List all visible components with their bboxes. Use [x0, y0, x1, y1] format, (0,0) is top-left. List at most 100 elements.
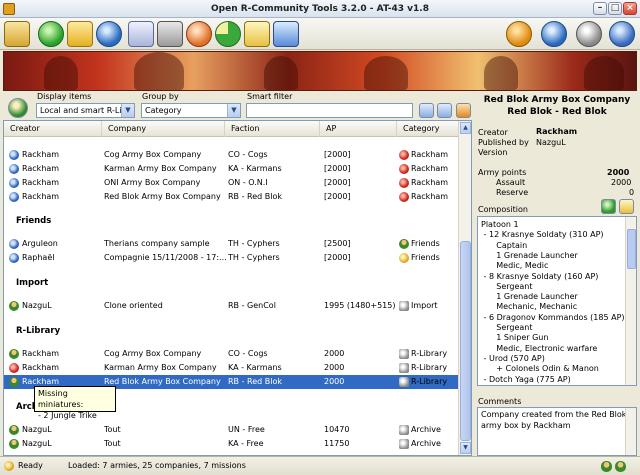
list-header: Creator Company Faction AP Category [4, 121, 459, 137]
cell-creator: NazguL [22, 425, 52, 434]
comments-box[interactable]: Company created from the Red Blok army b… [477, 407, 637, 456]
settings-icon[interactable] [576, 21, 602, 47]
cell-ap: [2000] [324, 164, 351, 173]
category-rackham-icon [399, 192, 409, 202]
cell-faction: ON - O.N.I [228, 178, 268, 187]
cell-ap: 10470 [324, 425, 350, 434]
user-icon [9, 239, 19, 249]
group-header-friends[interactable]: Friends [16, 214, 51, 228]
scroll-thumb[interactable] [460, 241, 471, 441]
published-label: Published by [478, 138, 529, 147]
cell-category: Rackham [411, 178, 449, 187]
composition-line[interactable]: - Dotch Yaga (775 AP) [481, 374, 571, 385]
user-card-icon[interactable] [128, 21, 154, 47]
published-value: NazguL [536, 138, 566, 147]
rackham-icon [9, 192, 19, 202]
column-company[interactable]: Company [102, 121, 225, 137]
cell-category: Import [411, 301, 438, 310]
window-title: Open R-Community Tools 3.2.0 - AT-43 v1.… [211, 4, 429, 14]
status-bar: Ready Loaded: 7 armies, 25 companies, 7 … [0, 456, 640, 475]
table-row[interactable]: Rackham Cog Army Box Company CO - Cogs 2… [4, 347, 459, 361]
add-folder-icon[interactable] [67, 21, 93, 47]
user-icon [9, 349, 19, 359]
table-row[interactable]: Arguleon Therians company sample TH - Cy… [4, 237, 459, 251]
smart-filter-input[interactable] [246, 103, 413, 118]
version-label: Version [478, 148, 508, 157]
group-header-import[interactable]: Import [16, 276, 48, 290]
cell-company: Cog Army Box Company [104, 150, 202, 159]
category-archive-icon [399, 425, 409, 435]
cell-ap: 2000 [324, 363, 345, 372]
clock-icon[interactable] [215, 21, 241, 47]
minimize-button[interactable]: – [593, 2, 607, 15]
group-by-select[interactable]: Category ▼ [141, 103, 241, 118]
table-row[interactable]: Rackham Karman Army Box Company KA - Kar… [4, 361, 459, 375]
category-rackham-icon [399, 164, 409, 174]
table-row[interactable]: NazguL Tout UN - Free 10470 Archive [4, 423, 459, 437]
palette-icon[interactable] [186, 21, 212, 47]
info-icon[interactable] [541, 21, 567, 47]
edit-composition-button[interactable] [619, 199, 634, 214]
user-icon [9, 363, 19, 373]
category-library-icon [399, 377, 409, 387]
user-icon [9, 377, 19, 387]
network-icon[interactable] [609, 21, 635, 47]
column-ap[interactable]: AP [320, 121, 397, 137]
rackham-icon [9, 178, 19, 188]
category-library-icon [399, 349, 409, 359]
cell-ap: [2000] [324, 150, 351, 159]
cell-faction: RB - GenCol [228, 301, 276, 310]
user-icon [9, 301, 19, 311]
chevron-down-icon: ▼ [227, 104, 240, 117]
cell-creator: Raphaël [22, 253, 55, 262]
comment-line: Company created from the Red Blok [481, 410, 627, 419]
apply-filter-button[interactable] [419, 103, 434, 118]
table-row[interactable]: Rackham Red Blok Army Box Company RB - R… [4, 190, 459, 204]
table-row[interactable]: NazguL Clone oriented RB - GenCol 1995 (… [4, 299, 459, 313]
add-unit-button[interactable] [601, 199, 616, 214]
scroll-thumb[interactable] [627, 229, 636, 269]
help-icon[interactable] [506, 21, 532, 47]
notes-icon[interactable] [4, 21, 30, 47]
scroll-down-icon[interactable]: ▼ [460, 442, 471, 454]
app-icon [3, 3, 15, 15]
list-scrollbar[interactable]: ▲ ▼ [458, 121, 471, 455]
user-icon [9, 253, 19, 263]
paw-icon[interactable] [273, 21, 299, 47]
clear-filter-button[interactable] [456, 103, 471, 118]
close-button[interactable]: × [623, 2, 637, 15]
lock-icon[interactable] [157, 21, 183, 47]
zoom-icon[interactable] [244, 21, 270, 47]
reserve-value: 0 [629, 188, 635, 197]
column-faction[interactable]: Faction [225, 121, 320, 137]
cell-company: Karman Army Box Company [104, 363, 217, 372]
table-row[interactable]: Rackham ONI Army Box Company ON - O.N.I … [4, 176, 459, 190]
table-row[interactable]: Rackham Karman Army Box Company KA - Kar… [4, 162, 459, 176]
composition-list[interactable]: Platoon 1 - 12 Krasnye Soldaty (310 AP) … [477, 216, 637, 386]
cell-faction: TH - Cyphers [228, 239, 280, 248]
table-row[interactable]: NazguL Tout KA - Free 11750 Archive [4, 437, 459, 451]
cell-company: Red Blok Army Box Company [104, 192, 221, 201]
tooltip-line: - 2 Jungle Trike [38, 411, 97, 420]
composition-scrollbar[interactable] [625, 217, 636, 385]
add-icon[interactable] [38, 21, 64, 47]
table-row[interactable]: Rackham Cog Army Box Company CO - Cogs [… [4, 148, 459, 162]
column-creator[interactable]: Creator [4, 121, 102, 137]
refresh-filter-button[interactable] [437, 103, 452, 118]
cell-company: Clone oriented [104, 301, 163, 310]
status-ready: Ready [18, 461, 43, 470]
group-header-r-library[interactable]: R-Library [16, 324, 60, 338]
category-friends-icon [399, 239, 409, 249]
cell-faction: CO - Cogs [228, 150, 268, 159]
cell-creator: Rackham [22, 164, 60, 173]
cell-category: Archive [411, 439, 441, 448]
scroll-up-icon[interactable]: ▲ [460, 122, 471, 134]
cell-creator: Rackham [22, 150, 60, 159]
comments-scrollbar[interactable] [625, 408, 636, 455]
maximize-button[interactable]: □ [608, 2, 622, 15]
table-row[interactable]: Raphaël Compagnie 15/11/2008 - 17:... TH… [4, 251, 459, 265]
display-items-select[interactable]: Local and smart R-Libra ▼ [36, 103, 135, 118]
cell-creator: Rackham [22, 349, 60, 358]
search-globe-icon[interactable] [96, 21, 122, 47]
column-category[interactable]: Category [397, 121, 459, 137]
